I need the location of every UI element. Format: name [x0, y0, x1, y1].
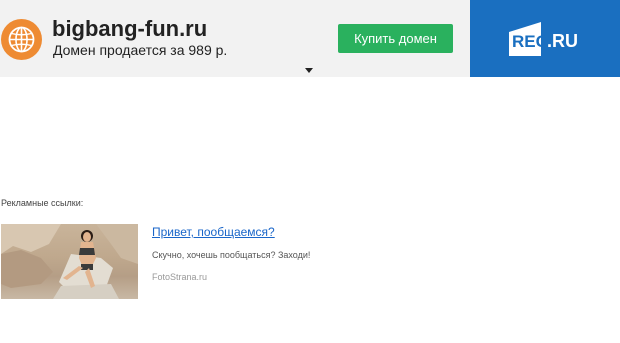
reg-ru-logo[interactable]: REG .RU — [470, 0, 620, 77]
ad-description: Скучно, хочешь пообщаться? Заходи! — [152, 250, 311, 260]
brand-prefix: REG — [512, 32, 549, 51]
caret-down-icon[interactable] — [305, 68, 313, 73]
ad-title-link[interactable]: Привет, пообщаемся? — [152, 225, 275, 239]
globe-icon — [1, 19, 42, 60]
brand-suffix: .RU — [547, 31, 578, 51]
domain-name: bigbang-fun.ru — [52, 16, 208, 41]
domain-sale-bar: bigbang-fun.ru Домен продается за 989 р.… — [0, 0, 620, 77]
ad-source[interactable]: FotoStrana.ru — [152, 272, 207, 282]
buy-domain-button[interactable]: Купить домен — [338, 24, 453, 53]
ad-thumbnail[interactable] — [1, 224, 138, 299]
ads-label: Рекламные ссылки: — [1, 198, 84, 208]
domain-sale-text: Домен продается за 989 р. — [53, 42, 228, 58]
